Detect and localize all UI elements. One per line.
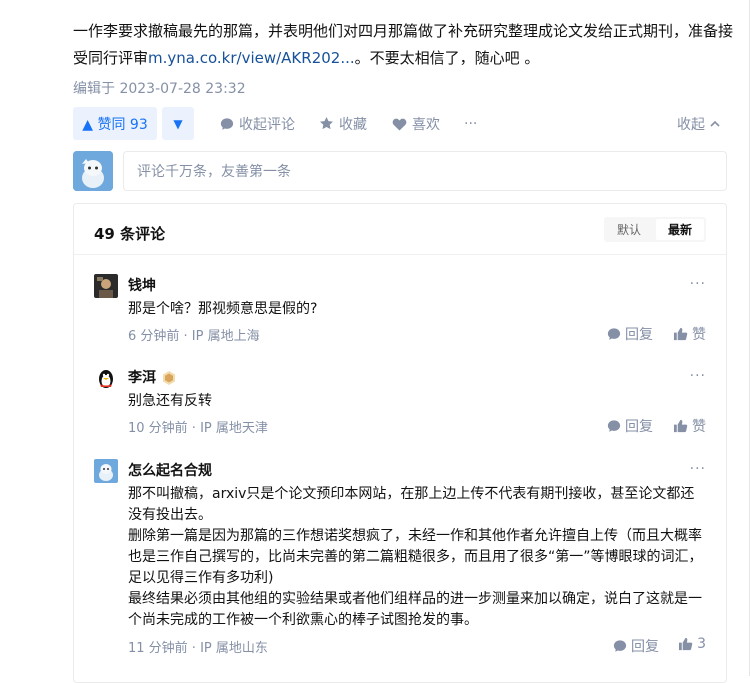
divider bbox=[74, 254, 726, 255]
edit-timestamp: 编辑于 2023-07-28 23:32 bbox=[73, 81, 246, 97]
comment-author[interactable]: 钱坤 bbox=[128, 274, 156, 298]
sort-default-button[interactable]: 默认 bbox=[604, 217, 654, 242]
comment-item: 钱坤 ··· 那是个啥？那视频意思是假的? 6 分钟前 · IP 属地上海 回复… bbox=[94, 274, 706, 344]
collapse-answer-button[interactable]: 收起 bbox=[677, 107, 721, 140]
comments-count: 49 条评论 bbox=[94, 225, 166, 243]
like-comment-button[interactable]: 3 bbox=[678, 636, 706, 652]
like-comment-button[interactable]: 赞 bbox=[673, 324, 706, 344]
comment-meta: 11 分钟前 · IP 属地山东 bbox=[128, 641, 268, 656]
avatar[interactable] bbox=[94, 274, 118, 298]
comment-author[interactable]: 李洱 bbox=[128, 366, 177, 390]
thumbs-up-icon bbox=[678, 637, 693, 651]
author-name: 怎么起名合规 bbox=[128, 463, 212, 479]
star-icon bbox=[319, 116, 334, 131]
badge-icon bbox=[161, 370, 177, 386]
comment-icon bbox=[607, 419, 621, 433]
comment-paragraph: 最终结果必须由其他组的实验结果或者他们组样品的进一步测量来加以确定，说白了这就是… bbox=[128, 591, 702, 628]
more-icon[interactable]: ··· bbox=[690, 276, 706, 292]
collapse-label: 收起 bbox=[677, 116, 705, 133]
comment-paragraph: 删除第一篇是因为那篇的三作想诺奖想疯了，未经一作和其他作者允许擅自上传（而且大概… bbox=[128, 528, 703, 586]
chevron-up-icon bbox=[709, 118, 721, 130]
favorite-button[interactable]: 收藏 bbox=[319, 107, 367, 140]
comment-item: 李洱 ··· 别急还有反转 10 分钟前 · IP 属地天津 回复 赞 bbox=[94, 366, 706, 436]
more-icon[interactable]: ··· bbox=[690, 368, 706, 384]
avatar[interactable] bbox=[94, 366, 118, 390]
comment-text: 别急还有反转 bbox=[128, 393, 212, 409]
comment-icon bbox=[220, 117, 234, 131]
vote-down-button[interactable]: ▼ bbox=[162, 107, 194, 140]
author-name: 李洱 bbox=[128, 370, 156, 386]
comment-icon bbox=[613, 639, 627, 653]
heart-icon bbox=[392, 117, 407, 131]
comments-panel: 49 条评论 默认 最新 钱坤 ··· 那是个啥？那视频意思是假的? 6 分钟前… bbox=[73, 203, 727, 683]
comment-icon bbox=[607, 327, 621, 341]
current-user-avatar bbox=[73, 151, 113, 191]
answer-text-tail: 。不要太相信了，随心吧 。 bbox=[354, 49, 540, 67]
like-comment-button[interactable]: 赞 bbox=[673, 416, 706, 436]
like-label: 喜欢 bbox=[412, 116, 440, 133]
reply-button[interactable]: 回复 bbox=[607, 324, 653, 344]
more-icon: ··· bbox=[464, 115, 478, 132]
comment-item: 怎么起名合规 ··· 那不叫撤稿，arxiv只是个论文预印本网站，在那上边上传不… bbox=[94, 459, 706, 659]
favorite-label: 收藏 bbox=[339, 116, 367, 133]
avatar[interactable] bbox=[94, 459, 118, 483]
sort-latest-button[interactable]: 最新 bbox=[656, 219, 704, 240]
answer-content: 一作李要求撤稿最先的那篇，并表明他们对四月那篇做了补充研究整理成论文发给正式期刊… bbox=[73, 18, 733, 72]
action-bar: ▲ 赞同 93 ▼ 收起评论 收藏 喜欢 ··· 收起 bbox=[73, 107, 727, 141]
reply-label: 回复 bbox=[625, 327, 653, 343]
like-count: 3 bbox=[697, 636, 706, 652]
collapse-comments-label: 收起评论 bbox=[239, 116, 295, 133]
reply-button[interactable]: 回复 bbox=[607, 416, 653, 436]
thumbs-up-icon bbox=[673, 327, 688, 341]
like-label: 赞 bbox=[692, 327, 706, 343]
reply-button[interactable]: 回复 bbox=[613, 636, 659, 656]
more-button[interactable]: ··· bbox=[464, 107, 477, 140]
comment-input-placeholder: 评论千万条，友善第一条 bbox=[137, 164, 291, 180]
like-button[interactable]: 喜欢 bbox=[392, 107, 440, 140]
comment-text: 那是个啥？那视频意思是假的? bbox=[128, 301, 318, 317]
comment-input[interactable]: 评论千万条，友善第一条 bbox=[123, 151, 727, 191]
comment-text: 那不叫撤稿，arxiv只是个论文预印本网站，在那上边上传不代表有期刊接收，甚至论… bbox=[128, 484, 706, 631]
more-icon[interactable]: ··· bbox=[690, 461, 706, 477]
comment-paragraph: 那不叫撤稿，arxiv只是个论文预印本网站，在那上边上传不代表有期刊接收，甚至论… bbox=[128, 486, 695, 523]
reply-label: 回复 bbox=[625, 419, 653, 435]
comment-meta: 10 分钟前 · IP 属地天津 bbox=[128, 421, 268, 436]
author-name: 钱坤 bbox=[128, 278, 156, 294]
sort-toggle: 默认 最新 bbox=[604, 217, 706, 242]
comment-author[interactable]: 怎么起名合规 bbox=[128, 459, 212, 483]
reply-label: 回复 bbox=[631, 639, 659, 655]
comment-meta: 6 分钟前 · IP 属地上海 bbox=[128, 329, 260, 344]
vote-up-button[interactable]: ▲ 赞同 93 bbox=[73, 107, 157, 140]
like-label: 赞 bbox=[692, 419, 706, 435]
collapse-comments-button[interactable]: 收起评论 bbox=[220, 107, 295, 140]
thumbs-up-icon bbox=[673, 419, 688, 433]
answer-link[interactable]: m.yna.co.kr/view/AKR202... bbox=[148, 49, 355, 67]
